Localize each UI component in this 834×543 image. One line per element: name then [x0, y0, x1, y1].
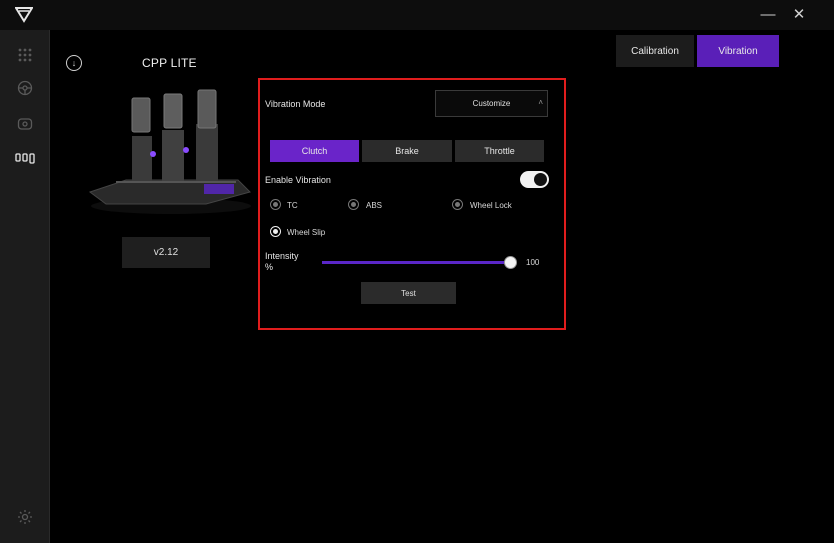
- intensity-slider-handle[interactable]: [504, 256, 517, 269]
- intensity-unit: %: [265, 262, 274, 272]
- download-icon[interactable]: ↓: [66, 55, 82, 71]
- base-device-icon[interactable]: [15, 114, 35, 134]
- enable-vibration-toggle[interactable]: [520, 171, 549, 188]
- apps-grid-icon[interactable]: [15, 45, 35, 65]
- gear-glyph: [18, 510, 32, 524]
- close-button[interactable]: ✕: [789, 6, 809, 24]
- radio-wheel-slip[interactable]: [270, 226, 281, 237]
- minimize-button[interactable]: —: [758, 6, 778, 24]
- pedal-set-image: [88, 89, 251, 214]
- intensity-value: 100: [526, 258, 540, 267]
- pedals-glyph: [15, 153, 35, 164]
- radio-abs-label: ABS: [366, 201, 383, 210]
- settings-gear-icon[interactable]: [15, 507, 35, 527]
- enable-vibration-label: Enable Vibration: [265, 175, 331, 185]
- app-logo-icon: [15, 7, 33, 23]
- test-button[interactable]: Test: [361, 282, 456, 304]
- radio-wheel-lock[interactable]: [452, 199, 463, 210]
- segment-brake[interactable]: Brake: [362, 140, 452, 162]
- radio-wheel-lock-label: Wheel Lock: [470, 201, 512, 210]
- vibration-mode-value: Customize: [472, 99, 511, 108]
- steering-wheel-icon[interactable]: [15, 78, 35, 98]
- chevron-up-icon: ˄: [538, 98, 543, 107]
- segment-clutch[interactable]: Clutch: [270, 140, 359, 162]
- segment-throttle[interactable]: Throttle: [455, 140, 544, 162]
- grid-icon: [18, 48, 32, 62]
- vibration-mode-select[interactable]: Customize ˄: [435, 90, 548, 117]
- radio-tc-label: TC: [287, 201, 298, 210]
- tab-calibration[interactable]: Calibration: [616, 35, 694, 67]
- vibration-mode-label: Vibration Mode: [265, 99, 326, 109]
- left-sidebar: [0, 30, 50, 543]
- product-title: CPP LITE: [142, 56, 197, 70]
- firmware-version-badge: v2.12: [122, 237, 210, 268]
- radio-abs[interactable]: [348, 199, 359, 210]
- toggle-knob: [534, 173, 547, 186]
- wheel-glyph: [17, 80, 33, 96]
- radio-wheel-slip-label: Wheel Slip: [287, 228, 326, 237]
- base-glyph: [17, 118, 33, 130]
- title-bar: — ✕: [0, 0, 834, 30]
- pedals-icon[interactable]: [15, 148, 35, 168]
- tab-vibration[interactable]: Vibration: [697, 35, 779, 67]
- intensity-slider-track[interactable]: [322, 261, 512, 264]
- radio-tc[interactable]: [270, 199, 281, 210]
- vibration-settings-panel: Vibration Mode Customize ˄ Clutch Brake …: [258, 78, 566, 330]
- intensity-label: Intensity: [265, 251, 299, 261]
